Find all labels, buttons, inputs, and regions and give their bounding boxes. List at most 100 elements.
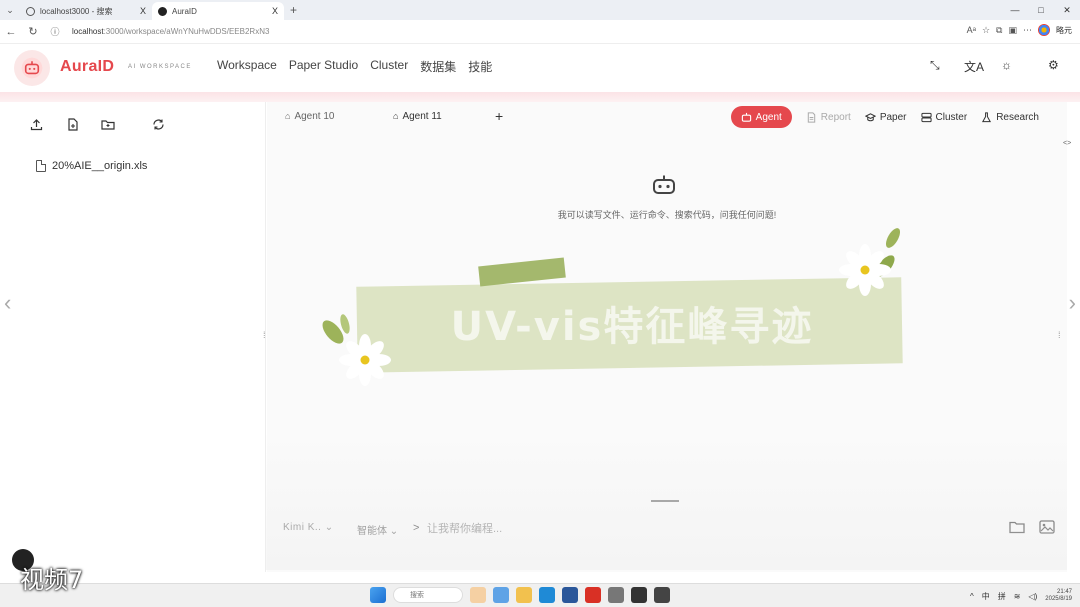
tab-close-icon[interactable]: X	[272, 6, 278, 16]
tab-title: localhost3000 - 搜索	[40, 6, 113, 16]
main-nav: Workspace Paper Studio Cluster 数据集 技能	[217, 58, 492, 75]
robot-logo-icon[interactable]	[14, 50, 50, 86]
address-bar: ← ↻ ⓘ localhost:3000/workspace/aWnYNuHwD…	[0, 20, 1080, 44]
image-icon[interactable]	[1039, 520, 1055, 539]
video-caption: 视频7	[20, 566, 84, 594]
robot-icon	[741, 112, 751, 122]
system-clock[interactable]: 21:47 2025/8/19	[1045, 589, 1072, 603]
graduation-cap-icon	[864, 112, 876, 121]
mode-label: Report	[820, 111, 851, 123]
app-header: AuraID AI WORKSPACE Workspace Paper Stud…	[0, 44, 1080, 92]
brand-name[interactable]: AuraID	[60, 58, 114, 76]
os-taskbar: 搜索 ^ 中 拼 ≋ ◁) 21:47 2025/8/19	[0, 583, 1080, 607]
collections-icon[interactable]: ▣	[1008, 25, 1017, 36]
right-panel-rail	[1067, 102, 1080, 572]
back-icon[interactable]: ←	[0, 26, 22, 38]
robot-icon: ⌂	[393, 111, 399, 121]
browser-tab-search[interactable]: localhost3000 - 搜索 X	[20, 2, 152, 20]
right-resize-handle[interactable]: ⁞	[1058, 330, 1061, 340]
new-file-icon[interactable]	[64, 116, 80, 132]
tab-agent-10[interactable]: ⌂ Agent 10	[267, 111, 375, 122]
volume-icon[interactable]: ◁)	[1028, 592, 1037, 601]
tray-chevron-icon[interactable]: ^	[970, 592, 974, 601]
file-explorer-icon[interactable]	[516, 587, 532, 603]
next-arrow-icon[interactable]: ›	[1069, 290, 1076, 316]
mode-research-button[interactable]: Research	[981, 106, 1039, 128]
extensions-icon[interactable]: ⧉	[996, 25, 1002, 36]
close-window-button[interactable]: ✕	[1054, 0, 1080, 20]
new-tab-button[interactable]: +	[290, 3, 297, 17]
url-path: :3000/workspace/aWnYNuHwDDS/EEB2RxN3	[103, 27, 270, 36]
nav-cluster[interactable]: Cluster	[370, 58, 408, 75]
file-item[interactable]: 20%AIE__origin.xls	[36, 160, 147, 172]
upload-icon[interactable]	[28, 116, 44, 132]
minimize-button[interactable]: —	[1002, 0, 1028, 20]
wps-icon[interactable]	[585, 587, 601, 603]
tab-list-icon[interactable]: ⌄	[0, 0, 20, 20]
tab-agent-11[interactable]: ⌂ Agent 11	[375, 111, 483, 122]
app-icon[interactable]	[470, 587, 486, 603]
tab-title: AuraID	[172, 6, 197, 16]
mode-label: Research	[996, 111, 1039, 123]
nav-skills[interactable]: 技能	[468, 58, 492, 75]
robot-icon: ⌂	[285, 111, 291, 121]
settings-gear-icon[interactable]: ⚙	[1048, 58, 1059, 72]
translate-icon[interactable]: 文A	[964, 58, 984, 75]
app-icon[interactable]	[608, 587, 624, 603]
composer-actions	[1009, 520, 1055, 539]
taskbar-search[interactable]: 搜索	[393, 587, 463, 603]
clock-time: 21:47	[1056, 589, 1072, 595]
system-tray: ^ 中 拼 ≋ ◁) 21:47 2025/8/19	[970, 589, 1072, 603]
nav-paper-studio[interactable]: Paper Studio	[289, 58, 358, 75]
tab-close-icon[interactable]: X	[140, 6, 146, 16]
edge-browser-icon[interactable]	[539, 587, 555, 603]
app-icon[interactable]	[493, 587, 509, 603]
banner-tape	[478, 257, 566, 287]
mode-agent-button[interactable]: Agent	[730, 106, 792, 128]
app-icon[interactable]	[562, 587, 578, 603]
reload-icon[interactable]: ↻	[22, 25, 44, 38]
prompt-chevron-icon: >	[413, 522, 420, 534]
sidebar-resize-handle[interactable]: ⁞	[263, 330, 266, 340]
folder-icon[interactable]	[1009, 520, 1025, 539]
model-selector[interactable]: Kimi K.. ⌄	[283, 522, 334, 533]
refresh-icon[interactable]	[150, 116, 166, 132]
nav-workspace[interactable]: Workspace	[217, 58, 277, 75]
title-banner-overlay: UV-vis特征峰寻迹	[322, 228, 907, 386]
browser-tab-auraid[interactable]: AuraID X	[152, 2, 284, 20]
app-icon[interactable]	[654, 587, 670, 603]
ime-chinese-label[interactable]: 中	[982, 591, 990, 602]
empty-state-hint: 我可以读写文件、运行命令、搜索代码，问我任何问题!	[557, 210, 777, 220]
expand-panel-icon[interactable]: <>	[1063, 140, 1071, 147]
add-agent-tab-button[interactable]: +	[495, 108, 503, 124]
maximize-button[interactable]: □	[1028, 0, 1054, 20]
read-aloud-icon[interactable]: Aᵃ	[967, 25, 976, 35]
info-icon[interactable]: ⓘ	[44, 25, 66, 38]
url-field[interactable]: localhost:3000/workspace/aWnYNuHwDDS/EEB…	[72, 27, 269, 36]
file-icon	[36, 160, 46, 172]
more-icon[interactable]: ⋯	[1023, 25, 1032, 36]
mode-cluster-button[interactable]: Cluster	[920, 106, 967, 128]
nav-datasets[interactable]: 数据集	[420, 58, 456, 75]
ime-pinyin-label[interactable]: 拼	[998, 591, 1006, 602]
chat-composer: Kimi K.. ⌄ 智能体 ⌄ >	[267, 514, 1067, 554]
favorite-star-icon[interactable]: ☆	[982, 25, 990, 36]
agent-mode-selector[interactable]: 智能体 ⌄	[357, 522, 398, 537]
app-icon[interactable]	[631, 587, 647, 603]
wifi-icon[interactable]: ≋	[1014, 592, 1021, 601]
profile-avatar[interactable]	[1038, 24, 1050, 36]
mode-paper-button[interactable]: Paper	[864, 106, 907, 128]
agent-mode-label: 智能体	[357, 526, 387, 537]
collapse-icon[interactable]: ⤡	[930, 58, 940, 73]
chevron-down-icon: ⌄	[389, 526, 399, 537]
prev-arrow-icon[interactable]: ‹	[4, 290, 11, 316]
new-folder-icon[interactable]	[100, 116, 116, 132]
sidebar-toggle-label[interactable]: 略元	[1056, 25, 1072, 36]
tab-label: Agent 10	[294, 110, 335, 122]
chat-input[interactable]	[427, 518, 827, 540]
theme-sun-icon[interactable]: ☼	[1001, 58, 1012, 72]
start-menu-icon[interactable]	[370, 587, 386, 603]
robot-icon	[653, 175, 675, 194]
mode-report-button[interactable]: Report	[806, 106, 851, 128]
tab-favicon	[158, 6, 167, 16]
